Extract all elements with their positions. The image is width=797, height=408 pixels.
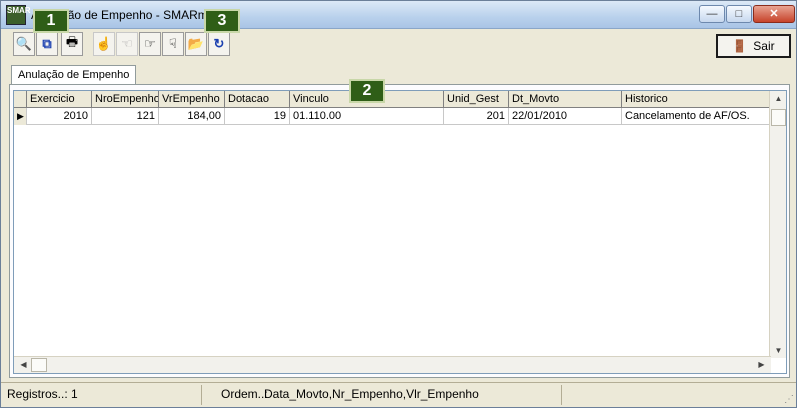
callout-1: 1 — [33, 9, 69, 33]
edit-button[interactable]: 📂 — [185, 32, 207, 56]
vertical-scrollbar[interactable]: ▲ ▼ — [769, 91, 786, 358]
data-grid[interactable]: Exercicio NroEmpenho VrEmpenho Dotacao V… — [13, 90, 787, 374]
maximize-button[interactable]: □ — [726, 5, 752, 23]
refresh-button[interactable]: ↻ — [208, 32, 230, 56]
tab-anulacao-empenho[interactable]: Anulação de Empenho — [11, 65, 137, 85]
vertical-scroll-thumb[interactable] — [771, 109, 786, 126]
refresh-icon: ↻ — [213, 36, 225, 51]
copy-button[interactable]: ⧉ — [36, 32, 58, 56]
cell-dotacao[interactable]: 19 — [225, 108, 290, 125]
binoculars-search-icon: 🔍 — [15, 36, 33, 51]
search-button[interactable]: 🔍 — [13, 32, 35, 56]
record-count: Registros..: 1 — [7, 387, 78, 401]
column-header-vrempenho[interactable]: VrEmpenho — [159, 91, 225, 108]
table-row[interactable]: ▶ 2010 121 184,00 19 01.110.00 201 22/01… — [14, 108, 771, 125]
scroll-left-arrow-icon[interactable]: ◀ — [16, 360, 31, 369]
row-indicator: ▶ — [14, 108, 27, 125]
column-header-nroempenho[interactable]: NroEmpenho — [92, 91, 159, 108]
scroll-right-arrow-icon[interactable]: ▶ — [754, 360, 769, 369]
scroll-up-arrow-icon[interactable]: ▲ — [771, 94, 786, 103]
cell-unid-gest[interactable]: 201 — [444, 108, 509, 125]
cell-vrempenho[interactable]: 184,00 — [159, 108, 225, 125]
callout-2: 2 — [349, 79, 385, 103]
application-window: SMAR Anulação de Empenho - SMARm — □ ✕ 🔍… — [0, 0, 797, 408]
minimize-button[interactable]: — — [699, 5, 725, 23]
status-divider — [201, 385, 202, 405]
callout-3: 3 — [204, 9, 240, 33]
hand-up-icon: ☝ — [95, 36, 113, 51]
hand-right-icon: ☞ — [144, 36, 156, 51]
cell-nroempenho[interactable]: 121 — [92, 108, 159, 125]
title-bar[interactable]: SMAR Anulação de Empenho - SMARm — □ ✕ — [1, 1, 796, 29]
toolbar: 🔍 ⧉ 🖶 ☝ ☜ ☞ ☟ 📂 ↻ 🚪 Sair — [9, 32, 791, 58]
horizontal-scroll-thumb[interactable] — [31, 358, 47, 372]
resize-grip-icon[interactable]: ⋰ — [784, 394, 794, 405]
print-icon: 🖶 — [65, 34, 79, 49]
previous-record-button[interactable]: ☜ — [116, 32, 138, 56]
order-value: Data_Movto,Nr_Empenho,Vlr_Empenho — [264, 387, 479, 401]
hand-down-icon: ☟ — [169, 36, 177, 51]
column-header-exercicio[interactable]: Exercicio — [27, 91, 92, 108]
folder-edit-icon: 📂 — [187, 36, 205, 51]
column-header-unid-gest[interactable]: Unid_Gest — [444, 91, 509, 108]
status-divider — [561, 385, 562, 405]
column-header-historico[interactable]: Historico — [622, 91, 771, 108]
copy-icon: ⧉ — [42, 36, 52, 51]
app-icon[interactable]: SMAR — [6, 5, 31, 25]
cell-historico[interactable]: Cancelamento de AF/OS. — [622, 108, 771, 125]
close-button[interactable]: ✕ — [753, 5, 795, 23]
status-bar: Registros..: 1 Ordem..: Data_Movto,Nr_Em… — [1, 382, 796, 407]
column-header-dotacao[interactable]: Dotacao — [225, 91, 290, 108]
next-record-button[interactable]: ☞ — [139, 32, 161, 56]
horizontal-scrollbar[interactable]: ◀ ▶ — [14, 356, 771, 373]
door-exit-icon: 🚪 — [732, 39, 748, 53]
first-record-button[interactable]: ☝ — [93, 32, 115, 56]
row-indicator-header — [14, 91, 27, 108]
hand-left-icon: ☜ — [121, 36, 133, 51]
last-record-button[interactable]: ☟ — [162, 32, 184, 56]
tab-panel: Exercicio NroEmpenho VrEmpenho Dotacao V… — [9, 84, 790, 378]
cell-exercicio[interactable]: 2010 — [27, 108, 92, 125]
cell-vinculo[interactable]: 01.110.00 — [290, 108, 444, 125]
cell-dt-movto[interactable]: 22/01/2010 — [509, 108, 622, 125]
order-label: Ordem..: — [221, 387, 268, 401]
column-header-dt-movto[interactable]: Dt_Movto — [509, 91, 622, 108]
exit-label: Sair — [753, 39, 775, 53]
scroll-down-arrow-icon[interactable]: ▼ — [771, 346, 786, 355]
print-button[interactable]: 🖶 — [61, 32, 83, 56]
exit-button[interactable]: 🚪 Sair — [716, 34, 791, 58]
grid-header: Exercicio NroEmpenho VrEmpenho Dotacao V… — [14, 91, 771, 108]
